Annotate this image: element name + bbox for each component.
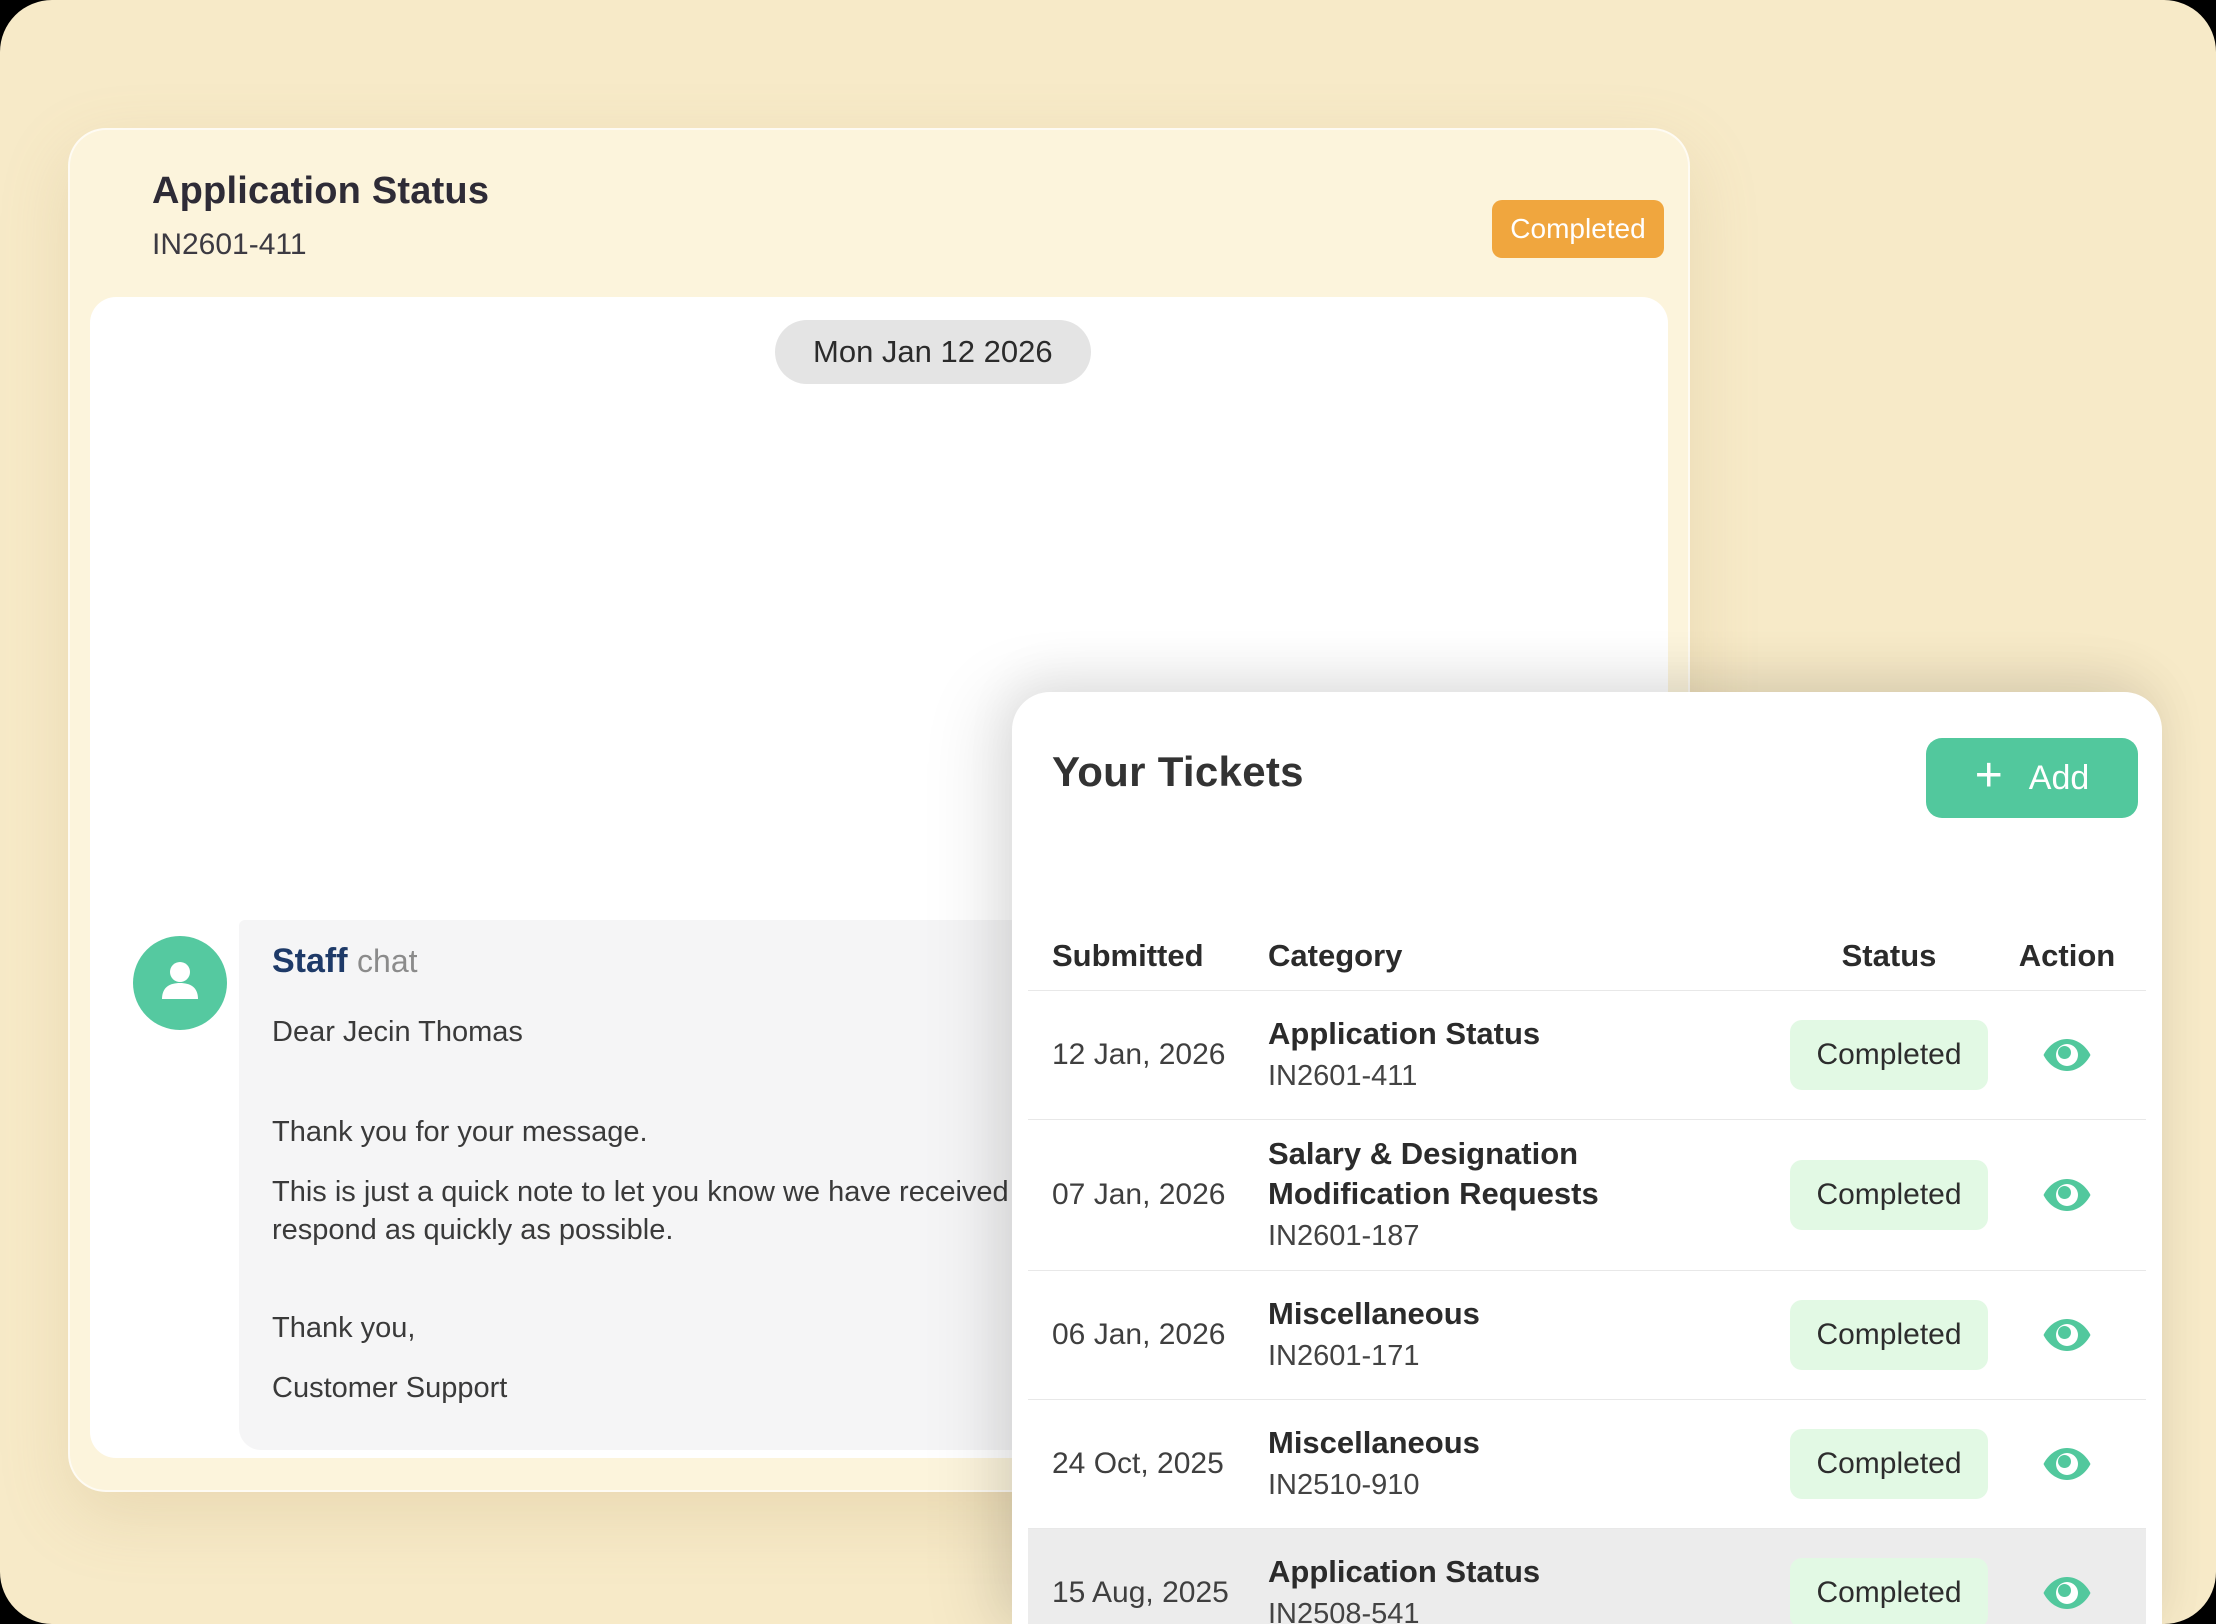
- category-ticket-id: IN2508-541: [1268, 1594, 1750, 1624]
- sender-suffix: chat: [357, 943, 417, 979]
- category-name: Salary & Designation Modification Reques…: [1268, 1134, 1750, 1214]
- column-header-submitted: Submitted: [1052, 938, 1268, 974]
- row-status-badge: Completed: [1790, 1160, 1988, 1230]
- row-status-badge: Completed: [1790, 1020, 1988, 1090]
- submitted-date: 06 Jan, 2026: [1052, 1318, 1268, 1352]
- action-cell: [1988, 1309, 2146, 1361]
- category-name: Miscellaneous: [1268, 1294, 1750, 1334]
- view-ticket-button[interactable]: [2041, 1029, 2093, 1081]
- eye-icon: [2041, 1069, 2093, 1084]
- view-ticket-button[interactable]: [2041, 1438, 2093, 1490]
- action-cell: [1988, 1567, 2146, 1619]
- sender-name: Staff: [272, 942, 348, 980]
- category-name: Application Status: [1268, 1014, 1750, 1054]
- column-header-action: Action: [1988, 938, 2146, 974]
- eye-icon: [2041, 1349, 2093, 1364]
- message-line: This is just a quick note to let you kno…: [272, 1176, 1009, 1209]
- table-row[interactable]: 12 Jan, 2026 Application Status IN2601-4…: [1028, 990, 2146, 1119]
- plus-icon: +: [1975, 752, 2003, 800]
- action-cell: [1988, 1438, 2146, 1490]
- page-background: Application Status IN2601-411 Completed …: [0, 0, 2216, 1624]
- action-cell: [1988, 1029, 2146, 1081]
- submitted-date: 24 Oct, 2025: [1052, 1447, 1268, 1481]
- row-status-badge: Completed: [1790, 1429, 1988, 1499]
- category-ticket-id: IN2601-187: [1268, 1216, 1750, 1256]
- eye-icon: [2041, 1478, 2093, 1493]
- category-name: Application Status: [1268, 1552, 1750, 1592]
- message-line: Thank you for your message.: [272, 1116, 648, 1149]
- message-closing: Thank you,: [272, 1312, 415, 1345]
- category-cell: Application Status IN2601-411: [1268, 1000, 1790, 1110]
- message-signature: Customer Support: [272, 1372, 507, 1405]
- ticket-id: IN2601-411: [152, 228, 307, 262]
- category-cell: Miscellaneous IN2510-910: [1268, 1409, 1790, 1519]
- row-status-badge: Completed: [1790, 1558, 1988, 1624]
- table-row[interactable]: 15 Aug, 2025 Application Status IN2508-5…: [1028, 1528, 2146, 1624]
- category-name: Miscellaneous: [1268, 1423, 1750, 1463]
- user-icon: [154, 955, 206, 1012]
- tickets-table: Submitted Category Status Action 12 Jan,…: [1028, 922, 2146, 1624]
- category-cell: Application Status IN2508-541: [1268, 1538, 1790, 1624]
- category-ticket-id: IN2601-411: [1268, 1056, 1750, 1096]
- tickets-title: Your Tickets: [1052, 748, 1304, 796]
- add-ticket-button[interactable]: + Add: [1926, 738, 2138, 818]
- table-header-row: Submitted Category Status Action: [1028, 922, 2146, 990]
- date-separator: Mon Jan 12 2026: [775, 320, 1091, 384]
- eye-icon: [2041, 1607, 2093, 1622]
- submitted-date: 12 Jan, 2026: [1052, 1038, 1268, 1072]
- message-greeting: Dear Jecin Thomas: [272, 1016, 523, 1049]
- sender-line: Staff chat: [272, 942, 418, 981]
- column-header-category: Category: [1268, 938, 1790, 974]
- view-ticket-button[interactable]: [2041, 1309, 2093, 1361]
- table-row[interactable]: 06 Jan, 2026 Miscellaneous IN2601-171 Co…: [1028, 1270, 2146, 1399]
- chat-message-bubble: Staff chat Dear Jecin Thomas Thank you f…: [239, 920, 1069, 1450]
- table-row[interactable]: 07 Jan, 2026 Salary & Designation Modifi…: [1028, 1119, 2146, 1270]
- row-status-badge: Completed: [1790, 1300, 1988, 1370]
- category-cell: Miscellaneous IN2601-171: [1268, 1280, 1790, 1390]
- category-cell: Salary & Designation Modification Reques…: [1268, 1120, 1790, 1270]
- eye-icon: [2041, 1209, 2093, 1224]
- category-ticket-id: IN2601-171: [1268, 1336, 1750, 1376]
- action-cell: [1988, 1169, 2146, 1221]
- add-button-label: Add: [2029, 759, 2090, 798]
- your-tickets-card: Your Tickets + Add Submitted Category St…: [1012, 692, 2162, 1624]
- card-title: Application Status: [152, 170, 489, 213]
- view-ticket-button[interactable]: [2041, 1567, 2093, 1619]
- view-ticket-button[interactable]: [2041, 1169, 2093, 1221]
- column-header-status: Status: [1790, 938, 1988, 974]
- category-ticket-id: IN2510-910: [1268, 1465, 1750, 1505]
- status-badge: Completed: [1492, 200, 1664, 258]
- submitted-date: 07 Jan, 2026: [1052, 1178, 1268, 1212]
- submitted-date: 15 Aug, 2025: [1052, 1576, 1268, 1610]
- staff-avatar: [133, 936, 227, 1030]
- table-row[interactable]: 24 Oct, 2025 Miscellaneous IN2510-910 Co…: [1028, 1399, 2146, 1528]
- message-line: respond as quickly as possible.: [272, 1214, 673, 1247]
